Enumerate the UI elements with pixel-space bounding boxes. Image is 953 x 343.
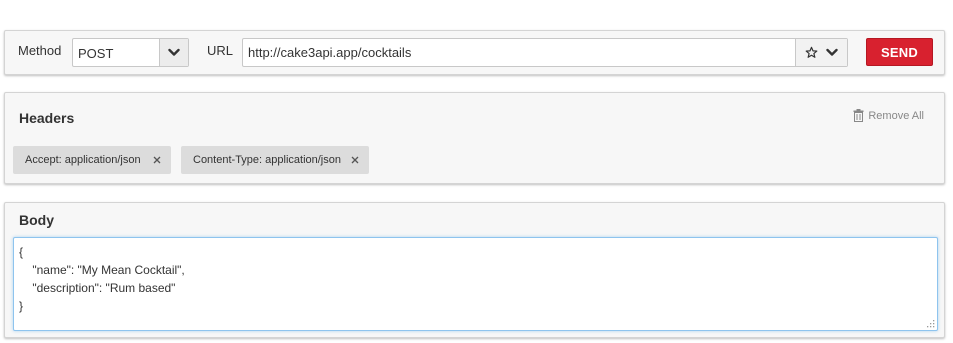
request-panel: Method POST URL SEND [4,30,945,75]
method-select[interactable]: POST [72,38,189,67]
body-textarea[interactable]: { "name": "My Mean Cocktail", "descripti… [13,237,938,331]
body-line: { [19,245,24,259]
method-value: POST [78,46,114,61]
remove-all-button[interactable]: Remove All [853,109,924,122]
remove-all-label: Remove All [868,109,924,122]
body-title: Body [19,212,54,228]
close-icon[interactable] [351,156,359,164]
star-icon[interactable] [805,46,818,59]
header-chip: Content-Type: application/json [181,146,369,174]
method-label: Method [18,43,62,58]
header-chip: Accept: application/json [13,146,171,174]
url-field[interactable] [242,38,848,67]
send-button[interactable]: SEND [866,38,933,66]
body-panel: Body { "name": "My Mean Cocktail", "desc… [4,202,945,338]
trash-icon [853,109,864,122]
chevron-down-icon[interactable] [826,48,838,57]
headers-title: Headers [19,110,75,126]
close-icon[interactable] [153,156,161,164]
method-dropdown-button[interactable] [159,39,188,66]
body-line: "name": "My Mean Cocktail", [19,263,185,277]
headers-panel: Headers Remove All Accept: application/j… [4,92,945,184]
url-input[interactable] [243,39,795,66]
resize-grip-icon[interactable] [927,320,935,328]
header-chip-label: Content-Type: application/json [193,154,341,166]
chevron-down-icon [168,48,180,56]
body-line: } [19,299,24,313]
url-actions [795,39,847,66]
body-line: "description": "Rum based" [19,281,176,295]
url-label: URL [207,43,234,58]
header-chip-label: Accept: application/json [25,154,141,166]
